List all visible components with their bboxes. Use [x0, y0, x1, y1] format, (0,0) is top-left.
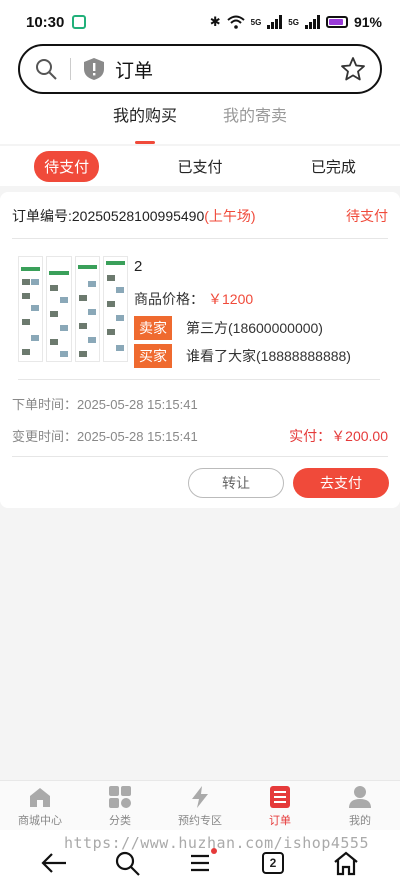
- battery-percent: 91%: [353, 14, 382, 30]
- shield-icon: [84, 58, 104, 80]
- seller-tag: 卖家: [134, 316, 172, 340]
- product-price: 商品价格： ￥1200: [134, 289, 253, 309]
- tabbar-label: 订单: [269, 815, 291, 827]
- change-time: 变更时间：2025-05-28 15:15:41: [12, 429, 198, 444]
- tabbar-label: 商城中心: [18, 815, 62, 827]
- divider: [12, 238, 388, 239]
- order-card: 订单编号:20250528100995490 (上午场) 待支付 2 商品价格：…: [0, 192, 400, 508]
- order-status: 待支付: [346, 208, 388, 224]
- header: 订单 我的购买 我的寄卖: [0, 44, 400, 144]
- home-icon: [30, 788, 50, 807]
- tab-my-purchases[interactable]: 我的购买: [113, 106, 177, 144]
- product-title: 2: [134, 258, 143, 275]
- tab-my-consignments[interactable]: 我的寄卖: [223, 106, 287, 144]
- order-header: 订单编号:20250528100995490 (上午场) 待支付: [12, 206, 388, 226]
- screenshot-preview: [102, 256, 128, 362]
- search-bar[interactable]: 订单: [18, 44, 382, 94]
- app-notification-icon: [72, 15, 87, 29]
- subtab-completed[interactable]: 已完成: [267, 156, 400, 177]
- user-icon: [349, 786, 371, 808]
- subtab-pending-label: 待支付: [34, 150, 100, 182]
- pay-button[interactable]: 去支付: [293, 468, 389, 498]
- search-icon[interactable]: [34, 57, 58, 81]
- order-number: 订单编号:20250528100995490: [12, 208, 205, 224]
- order-session: (上午场): [204, 208, 256, 224]
- status-bar: 10:30 ✱ 5G 5G 91%: [0, 0, 400, 44]
- product-thumbnail[interactable]: [18, 256, 128, 362]
- subtab-pending-payment[interactable]: 待支付: [0, 150, 133, 182]
- tabbar-item-orders[interactable]: 订单: [240, 781, 320, 830]
- signal-icon-2: [304, 15, 320, 29]
- search-divider: [70, 58, 71, 80]
- screenshot-preview: [18, 256, 44, 362]
- menu-icon[interactable]: [188, 850, 216, 876]
- network-label-1: 5G: [250, 17, 262, 27]
- buyer-row: 买家 谁看了大家(18888888888): [134, 344, 351, 368]
- status-filter-tabs: 待支付 已支付 已完成: [0, 146, 400, 186]
- page-title: 订单: [115, 60, 154, 82]
- order-list-icon: [270, 786, 290, 808]
- price-value: ￥1200: [208, 291, 254, 307]
- notification-dot: [211, 848, 217, 854]
- buyer-name: 谁看了大家(18888888888): [186, 348, 351, 364]
- divider: [18, 379, 380, 380]
- signal-icon-1: [267, 15, 283, 29]
- seller-row: 卖家 第三方(18600000000): [134, 316, 323, 340]
- network-label-2: 5G: [288, 17, 299, 27]
- seller-name: 第三方(18600000000): [186, 320, 323, 336]
- star-icon[interactable]: [340, 56, 366, 82]
- home-icon[interactable]: [332, 850, 360, 876]
- order-time: 下单时间：2025-05-28 15:15:41: [12, 397, 198, 412]
- transfer-button[interactable]: 转让: [188, 468, 284, 498]
- grid-icon: [109, 786, 131, 808]
- order-time-row: 下单时间：2025-05-28 15:15:41: [12, 394, 388, 413]
- screenshot-preview: [46, 256, 72, 362]
- tabbar-label: 预约专区: [178, 815, 222, 827]
- status-time: 10:30: [26, 13, 65, 31]
- tabbar-label: 我的: [349, 815, 371, 827]
- purchase-tabs: 我的购买 我的寄卖: [0, 106, 400, 144]
- buyer-tag: 买家: [134, 344, 172, 368]
- paid-amount: 实付：￥200.00: [289, 428, 388, 444]
- subtab-paid[interactable]: 已支付: [133, 156, 266, 177]
- bottom-tab-bar: 商城中心 分类 预约专区 订单 我的: [0, 780, 400, 830]
- tabbar-label: 分类: [109, 815, 131, 827]
- divider: [12, 456, 388, 457]
- back-arrow-icon[interactable]: [40, 850, 68, 876]
- tabbar-item-mall[interactable]: 商城中心: [0, 781, 80, 830]
- status-right: ✱ 5G 5G 91%: [210, 14, 382, 30]
- price-label: 商品价格：: [134, 291, 204, 307]
- wifi-icon: [226, 15, 245, 29]
- tabbar-item-mine[interactable]: 我的: [320, 781, 400, 830]
- screenshot-preview: [74, 256, 100, 362]
- change-time-row: 变更时间：2025-05-28 15:15:41 实付：￥200.00: [12, 426, 388, 446]
- tab-count-button[interactable]: 2: [262, 852, 284, 874]
- search-icon[interactable]: [114, 850, 142, 876]
- system-navigation: https://www.huzhan.com/ishop4555 2: [0, 830, 400, 893]
- tabbar-item-reservation[interactable]: 预约专区: [160, 781, 240, 830]
- battery-icon: [325, 16, 348, 28]
- lightning-icon: [192, 786, 208, 808]
- bluetooth-icon: ✱: [209, 14, 221, 29]
- tabbar-item-category[interactable]: 分类: [80, 781, 160, 830]
